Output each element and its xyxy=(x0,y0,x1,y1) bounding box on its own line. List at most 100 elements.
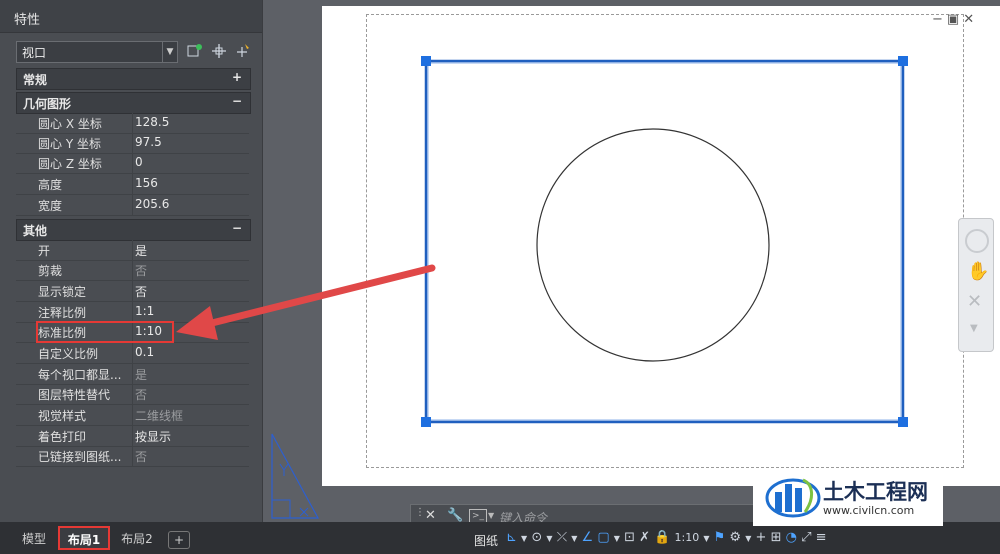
polar-icon[interactable]: ⊙ xyxy=(531,530,542,545)
zoom-icon[interactable]: ✕ xyxy=(967,291,982,312)
lineweight-icon[interactable]: ∠ xyxy=(582,530,594,545)
property-value-cell[interactable]: 是 xyxy=(132,364,250,384)
chevron-down-icon[interactable]: ▼ xyxy=(571,534,577,543)
property-label: 剪裁 xyxy=(38,264,63,278)
chevron-down-icon[interactable]: ▼ xyxy=(521,534,527,543)
property-label: 开 xyxy=(38,244,51,258)
property-value: 否 xyxy=(135,285,148,299)
toggle-pickadd-icon[interactable] xyxy=(186,42,204,60)
isolate-icon[interactable]: ⊞ xyxy=(771,530,782,545)
close-icon[interactable]: ✕ xyxy=(425,508,436,523)
grip xyxy=(421,56,431,66)
palette-title: 特性 xyxy=(14,13,41,28)
watermark-url: www.civilcn.com xyxy=(823,504,915,517)
pan-icon[interactable]: ✋ xyxy=(967,261,989,282)
property-label: 高度 xyxy=(38,178,63,192)
annotation-visibility-icon[interactable]: ✗ xyxy=(639,530,650,545)
property-row[interactable]: 着色打印 按显示 xyxy=(16,426,249,447)
tab-model[interactable]: 模型 xyxy=(14,529,54,549)
property-value-cell[interactable]: 按显示 xyxy=(132,426,250,446)
property-value: 97.5 xyxy=(135,135,162,149)
annotation-scale-icon[interactable]: ⚑ xyxy=(714,530,726,545)
chevron-down-icon[interactable]: ▼ xyxy=(614,534,620,543)
property-row[interactable]: 视觉样式 二维线框 xyxy=(16,405,249,426)
property-value-cell[interactable]: 否 xyxy=(132,384,250,404)
navigation-bar[interactable]: ✋ ✕ ▼ xyxy=(958,218,994,352)
section-general[interactable]: 常规 + xyxy=(16,68,251,90)
property-value: 是 xyxy=(135,368,148,382)
grip xyxy=(898,417,908,427)
collapse-icon[interactable]: − xyxy=(232,221,242,235)
property-row[interactable]: 开是 xyxy=(16,240,249,261)
property-value-cell[interactable]: 0 xyxy=(132,153,250,173)
tab-layout2[interactable]: 布局2 xyxy=(116,529,158,549)
restore-icon[interactable]: ▣ xyxy=(947,12,963,27)
ortho-icon[interactable]: ⊾ xyxy=(506,530,517,545)
chevron-down-icon[interactable]: ▼ xyxy=(546,534,552,543)
section-misc[interactable]: 其他 − xyxy=(16,219,251,241)
select-objects-icon[interactable] xyxy=(210,42,228,60)
section-geometry-label: 几何图形 xyxy=(23,97,72,111)
fullscreen-icon[interactable]: ⤢ xyxy=(801,530,811,545)
steering-wheel-icon[interactable] xyxy=(965,229,989,253)
paper-space-toggle[interactable]: 图纸 xyxy=(474,532,498,549)
tab-layout1[interactable]: 布局1 xyxy=(58,526,110,550)
grip xyxy=(898,56,908,66)
property-label: 图层特性替代 xyxy=(38,388,111,402)
property-value-cell[interactable]: 156 xyxy=(132,174,250,194)
property-value: 156 xyxy=(135,176,158,190)
property-row[interactable]: 圆心 Y 坐标 97.5 xyxy=(16,133,249,154)
property-row[interactable]: 每个视口都显... 是 xyxy=(16,364,249,385)
chevron-down-icon[interactable]: ▼ xyxy=(745,534,751,543)
property-row[interactable]: 圆心 X 坐标 128.5 xyxy=(16,113,249,134)
property-value-cell[interactable]: 128.5 xyxy=(132,113,250,133)
chevron-down-icon[interactable]: ▼ xyxy=(703,534,709,543)
add-layout-button[interactable]: + xyxy=(168,531,190,549)
property-row[interactable]: 已链接到图纸... 否 xyxy=(16,446,249,467)
property-row[interactable]: 宽度 205.6 xyxy=(16,195,249,216)
property-value: 按显示 xyxy=(135,430,172,444)
property-label: 显示锁定 xyxy=(38,285,87,299)
object-type-select[interactable]: 视口 ▼ xyxy=(16,41,178,63)
chevron-down-icon[interactable]: ▼ xyxy=(162,42,177,62)
palette-title-bar[interactable]: 特性 xyxy=(0,0,262,33)
properties-palette: 特性 视口 ▼ 常规 + 几何图形 − 圆心 X 坐标 128.5 圆心 Y 坐标… xyxy=(0,0,263,522)
section-general-label: 常规 xyxy=(23,73,48,87)
property-value-cell[interactable]: 二维线框 xyxy=(132,405,250,425)
property-label: 已链接到图纸... xyxy=(38,450,122,464)
scale-value[interactable]: 1:10 xyxy=(674,531,699,544)
property-value: 是 xyxy=(135,244,148,258)
hardware-acceleration-icon[interactable]: ◔ xyxy=(786,530,797,545)
property-value-cell[interactable]: 97.5 xyxy=(132,133,250,153)
section-geometry[interactable]: 几何图形 − xyxy=(16,92,251,114)
chevron-down-icon[interactable]: ▼ xyxy=(488,511,494,520)
close-icon[interactable]: ✕ xyxy=(963,12,978,27)
osnap-icon[interactable]: ⤫ xyxy=(557,530,567,545)
lock-icon[interactable]: 🔒 xyxy=(654,530,670,545)
minimize-icon[interactable]: − xyxy=(932,12,947,27)
property-value: 205.6 xyxy=(135,197,170,211)
chevron-down-icon[interactable]: ▼ xyxy=(970,323,978,334)
property-value-cell[interactable]: 205.6 xyxy=(132,195,250,215)
gear-icon[interactable]: ⚙ xyxy=(729,530,741,545)
property-value: 1:1 xyxy=(135,304,155,318)
property-value: 128.5 xyxy=(135,115,170,129)
object-type-value: 视口 xyxy=(22,46,47,60)
grip xyxy=(421,417,431,427)
quick-select-icon[interactable] xyxy=(234,42,252,60)
property-row[interactable]: 圆心 Z 坐标 0 xyxy=(16,153,249,174)
selection-cycling-icon[interactable]: ▢ xyxy=(597,530,609,545)
property-value-cell[interactable]: 是 xyxy=(132,240,250,260)
circle-geometry xyxy=(536,128,770,362)
menu-icon[interactable]: ≡ xyxy=(816,530,827,545)
property-row[interactable]: 图层特性替代 否 xyxy=(16,384,249,405)
viewport-lock-icon[interactable]: ⊡ xyxy=(624,530,635,545)
property-value: 0.1 xyxy=(135,345,155,359)
property-value-cell[interactable]: 否 xyxy=(132,446,250,466)
viewport[interactable] xyxy=(418,54,912,430)
property-row[interactable]: 高度 156 xyxy=(16,174,249,195)
plus-icon[interactable]: + xyxy=(756,530,767,545)
wrench-icon[interactable]: 🔧 xyxy=(447,508,463,523)
expand-icon[interactable]: + xyxy=(232,70,242,84)
collapse-icon[interactable]: − xyxy=(232,94,242,108)
